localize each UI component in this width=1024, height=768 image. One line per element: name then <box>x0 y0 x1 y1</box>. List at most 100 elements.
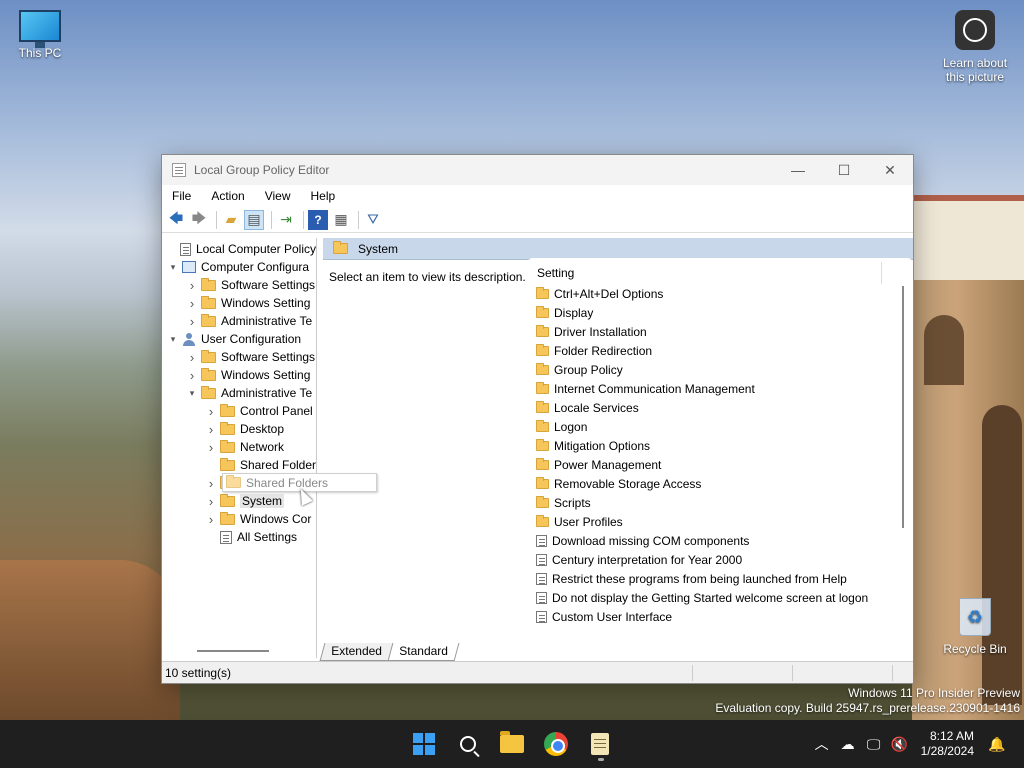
notification-bell-icon[interactable]: 🔔 <box>984 736 1010 753</box>
list-item[interactable]: Download missing COM components <box>527 531 913 550</box>
forward-icon[interactable]: 🡆 <box>189 210 209 230</box>
tree-item[interactable]: ▾ User Configuration <box>163 330 316 348</box>
minimize-button[interactable]: — <box>775 155 821 185</box>
close-button[interactable]: ✕ <box>867 155 913 185</box>
list-item[interactable]: Restrict these programs from being launc… <box>527 569 913 588</box>
show-hide-tree-icon[interactable]: ▤ <box>244 209 264 230</box>
list-item[interactable]: Internet Communication Management <box>527 379 913 398</box>
tree-item[interactable]: › Windows Setting <box>163 366 316 384</box>
desktop-icon-recycle-bin[interactable]: ♻ Recycle Bin <box>940 598 1010 656</box>
menu-view[interactable]: View <box>255 189 301 203</box>
tree-item[interactable]: › Windows Setting <box>163 294 316 312</box>
network-icon[interactable]: 🖵 <box>861 736 887 753</box>
file-explorer-button[interactable] <box>496 728 528 760</box>
chevron-down-icon[interactable]: ▾ <box>186 388 198 399</box>
menu-action[interactable]: Action <box>201 189 254 203</box>
chevron-right-icon[interactable]: › <box>186 296 198 311</box>
chevron-down-icon[interactable]: ▾ <box>167 334 179 345</box>
settings-list[interactable]: Setting Ctrl+Alt+Del Options Display Drive… <box>527 258 913 624</box>
tab-extended[interactable]: Extended <box>319 643 394 661</box>
chevron-up-icon[interactable]: ︿ <box>809 734 835 754</box>
chevron-down-icon[interactable]: ▾ <box>167 262 179 273</box>
tree-item[interactable]: › Desktop <box>163 420 316 438</box>
list-item-label: Locale Services <box>554 400 639 415</box>
policy-icon <box>180 242 191 256</box>
vertical-scrollbar[interactable] <box>902 286 904 528</box>
policy-setting-icon <box>536 591 547 604</box>
up-folder-icon[interactable]: ▰ <box>221 210 241 230</box>
list-item[interactable]: Power Management <box>527 455 913 474</box>
chevron-right-icon[interactable]: › <box>205 512 217 527</box>
chevron-right-icon[interactable]: › <box>205 440 217 455</box>
cloud-off-icon[interactable]: ☁ <box>835 736 861 753</box>
list-item[interactable]: Group Policy <box>527 360 913 379</box>
chevron-right-icon[interactable]: › <box>205 494 217 509</box>
tree-item[interactable]: › Administrative Te <box>163 312 316 330</box>
properties-icon[interactable]: ▦ <box>331 210 351 230</box>
menu-file[interactable]: File <box>162 189 201 203</box>
chrome-button[interactable] <box>540 728 572 760</box>
chevron-right-icon[interactable]: › <box>205 404 217 419</box>
tab-standard[interactable]: Standard <box>387 643 459 661</box>
list-item[interactable]: Driver Installation <box>527 322 913 341</box>
list-item[interactable]: Do not display the Getting Started welco… <box>527 588 913 607</box>
desktop-icon-this-pc[interactable]: This PC <box>10 10 70 60</box>
chevron-right-icon[interactable]: › <box>186 278 198 293</box>
group-policy-editor-taskbar-button[interactable] <box>584 728 616 760</box>
list-item[interactable]: Ctrl+Alt+Del Options <box>527 284 913 303</box>
tree-item[interactable]: › Control Panel <box>163 402 316 420</box>
chevron-right-icon[interactable]: › <box>186 368 198 383</box>
app-icon <box>172 163 186 177</box>
list-item-label: Restrict these programs from being launc… <box>552 571 847 586</box>
desktop-icon-learn-about-picture[interactable]: Learn about this picture <box>935 10 1015 84</box>
horizontal-scrollbar[interactable] <box>197 650 269 652</box>
list-item[interactable]: Logon <box>527 417 913 436</box>
help-icon[interactable]: ? <box>308 209 328 230</box>
filter-icon[interactable]: ⛛ <box>363 210 383 230</box>
folder-icon <box>536 400 549 413</box>
tree-item[interactable]: › Windows Cor <box>163 510 316 528</box>
search-button[interactable] <box>452 728 484 760</box>
chevron-right-icon[interactable]: › <box>186 350 198 365</box>
tree-item[interactable]: › System <box>163 492 316 510</box>
tree-item[interactable]: ▾ Computer Configura <box>163 258 316 276</box>
status-cell <box>693 664 793 681</box>
list-item[interactable]: Century interpretation for Year 2000 <box>527 550 913 569</box>
tree-item[interactable]: Local Computer Policy <box>163 240 316 258</box>
tree-item[interactable]: All Settings <box>163 528 316 546</box>
list-item[interactable]: Locale Services <box>527 398 913 417</box>
export-list-icon[interactable]: ⇥ <box>276 210 296 230</box>
status-cell <box>793 664 893 681</box>
list-item[interactable]: Custom User Interface <box>527 607 913 624</box>
title-bar[interactable]: Local Group Policy Editor — ☐ ✕ <box>162 155 913 185</box>
tree-item[interactable]: ▾ Administrative Te <box>163 384 316 402</box>
list-item[interactable]: Mitigation Options <box>527 436 913 455</box>
back-icon[interactable]: 🡄 <box>166 210 186 230</box>
folder-icon <box>536 324 549 337</box>
list-item-label: Mitigation Options <box>554 438 651 453</box>
background-arch <box>924 315 964 385</box>
camera-icon <box>955 10 995 50</box>
clock[interactable]: 8:12 AM 1/28/2024 <box>921 729 974 759</box>
tree-pane[interactable]: Local Computer Policy ▾ Computer Configura… <box>163 238 317 658</box>
chevron-right-icon[interactable]: › <box>205 422 217 437</box>
list-item[interactable]: Display <box>527 303 913 322</box>
list-item[interactable]: Removable Storage Access <box>527 474 913 493</box>
chevron-right-icon[interactable]: › <box>205 476 217 491</box>
chevron-right-icon[interactable]: › <box>186 314 198 329</box>
background-building <box>912 195 1024 280</box>
start-button[interactable] <box>408 728 440 760</box>
folder-icon <box>536 286 549 299</box>
list-item[interactable]: Scripts <box>527 493 913 512</box>
tree-item[interactable]: › Software Settings <box>163 348 316 366</box>
list-item[interactable]: User Profiles <box>527 512 913 531</box>
menu-help[interactable]: Help <box>301 189 346 203</box>
list-item-label: Do not display the Getting Started welco… <box>552 590 869 605</box>
volume-muted-icon[interactable]: 🔇 <box>887 736 913 753</box>
column-header-setting[interactable]: Setting <box>527 262 882 284</box>
tree-item[interactable]: › Software Settings <box>163 276 316 294</box>
tree-item[interactable]: › Network <box>163 438 316 456</box>
maximize-button[interactable]: ☐ <box>821 155 867 185</box>
list-item[interactable]: Folder Redirection <box>527 341 913 360</box>
tree-item[interactable]: Shared Folder <box>163 456 316 474</box>
